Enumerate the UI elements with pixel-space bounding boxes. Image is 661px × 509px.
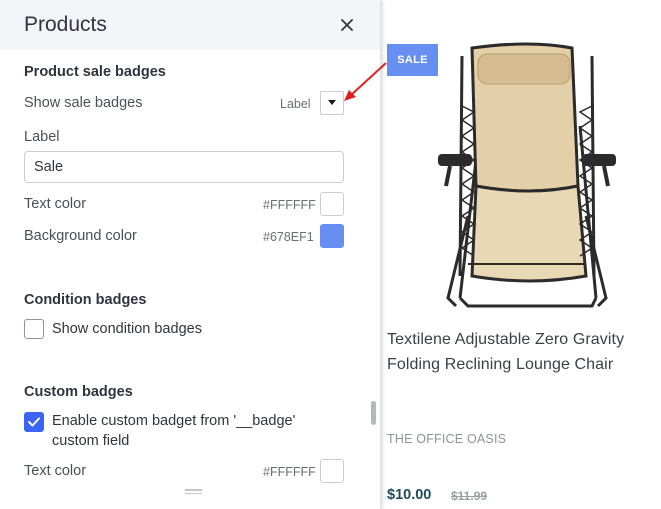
sale-label-input[interactable]	[24, 151, 344, 183]
custom-badges-section-title: Custom badges	[24, 384, 133, 400]
sale-badge: SALE	[387, 44, 438, 76]
show-sale-badges-dropdown[interactable]	[320, 91, 344, 115]
show-condition-badges-label[interactable]: Show condition badges	[52, 319, 202, 339]
sale-badges-section-title: Product sale badges	[24, 64, 166, 80]
caret-down-icon	[328, 100, 336, 105]
sale-bg-color-label: Background color	[24, 228, 137, 244]
product-title-line-1: Textilene Adjustable Zero Gravity	[387, 331, 625, 348]
custom-text-color-label: Text color	[24, 463, 87, 479]
checkmark-icon	[28, 417, 40, 427]
label-heading: Label	[24, 129, 60, 145]
close-button[interactable]	[334, 12, 360, 38]
product-image	[438, 42, 616, 308]
show-sale-badges-label: Show sale badges	[24, 95, 143, 111]
custom-text-color-value: #FFFFFF	[263, 465, 316, 479]
product-brand[interactable]: THE OFFICE OASIS	[387, 432, 506, 446]
product-title-line-2: Folding Reclining Lounge Chair	[387, 356, 614, 373]
close-icon	[341, 19, 353, 31]
sale-text-color-value: #FFFFFF	[263, 198, 316, 212]
scrollbar-thumb[interactable]	[371, 401, 376, 425]
custom-text-color-swatch[interactable]	[320, 459, 344, 483]
sale-text-color-label: Text color	[24, 196, 87, 212]
enable-custom-badges-label[interactable]: Enable custom badget from '__badge' cust…	[52, 411, 295, 451]
sale-text-color-swatch[interactable]	[320, 192, 344, 216]
sale-bg-color-swatch[interactable]	[320, 224, 344, 248]
panel-header: Products	[0, 0, 380, 50]
enable-custom-badges-label-line-2: custom field	[52, 433, 130, 449]
show-condition-badges-checkbox[interactable]	[24, 319, 44, 339]
condition-badges-section-title: Condition badges	[24, 292, 147, 308]
products-panel: Products Product sale badges Show sale b…	[0, 0, 381, 509]
product-title[interactable]: Textilene Adjustable Zero Gravity Foldin…	[387, 327, 661, 377]
resize-handle[interactable]	[185, 489, 202, 495]
panel-title: Products	[24, 13, 107, 36]
product-price: $10.00	[387, 487, 432, 503]
enable-custom-badges-checkbox[interactable]	[24, 412, 44, 432]
enable-custom-badges-label-line-1: Enable custom badget from '__badge'	[52, 413, 296, 429]
product-old-price: $11.99	[451, 489, 488, 503]
show-sale-badges-value: Label	[280, 97, 311, 111]
sale-bg-color-value: #678EF1	[263, 230, 314, 244]
